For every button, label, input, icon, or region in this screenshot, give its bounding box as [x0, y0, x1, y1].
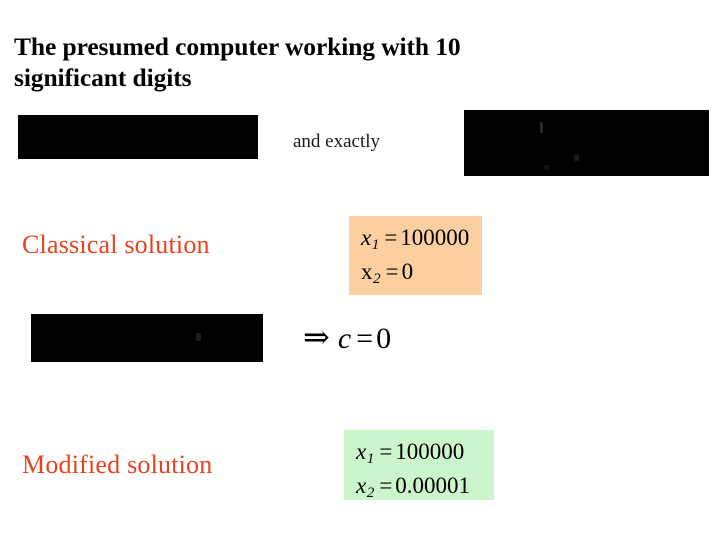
equals-sign: =	[356, 322, 374, 355]
implies-icon: ⇒	[303, 319, 330, 355]
modified-x2-value: 0.00001	[395, 473, 471, 499]
redacted-region-top-right	[464, 110, 709, 176]
modified-x1-value: 100000	[395, 439, 465, 464]
modified-result-line-2: x2 = 0.00001	[356, 470, 484, 504]
variable-x2: x	[356, 473, 367, 499]
implication-c-value: 0	[376, 322, 392, 355]
implication-expression: ⇒ c = 0	[303, 318, 391, 356]
equals-sign: =	[384, 225, 398, 250]
and-exactly-text: and exactly	[293, 131, 381, 152]
variable-x1: x	[356, 439, 367, 464]
subscript-2: 2	[373, 270, 381, 288]
equals-sign: =	[385, 259, 399, 285]
artifact-speck-c	[544, 165, 549, 170]
redacted-region-top-left	[18, 115, 258, 159]
classical-x2-value: 0	[401, 259, 414, 285]
classical-x1-value: 100000	[400, 225, 470, 250]
page-title: The presumed computer working with 10 si…	[14, 32, 461, 92]
modified-solution-label: Modified solution	[22, 450, 213, 479]
equals-sign: =	[379, 473, 393, 499]
classical-result-line-2: x2 = 0	[361, 256, 472, 290]
variable-x2: x	[361, 259, 373, 285]
variable-x1: x	[361, 225, 372, 250]
artifact-speck-b	[574, 155, 579, 161]
artifact-speck-d	[196, 333, 201, 341]
slide-canvas: The presumed computer working with 10 si…	[0, 0, 720, 540]
variable-c: c	[337, 322, 352, 355]
artifact-speck-a	[540, 122, 543, 133]
equals-sign: =	[379, 439, 393, 464]
classical-solution-label: Classical solution	[22, 230, 210, 259]
redacted-region-middle-left	[31, 314, 263, 362]
classical-solution-result-box: x1 = 100000 x2 = 0	[349, 216, 482, 295]
modified-solution-result-box: x1 = 100000 x2 = 0.00001	[344, 430, 494, 501]
modified-result-line-1: x1 = 100000	[356, 436, 484, 470]
classical-result-line-1: x1 = 100000	[361, 222, 472, 256]
